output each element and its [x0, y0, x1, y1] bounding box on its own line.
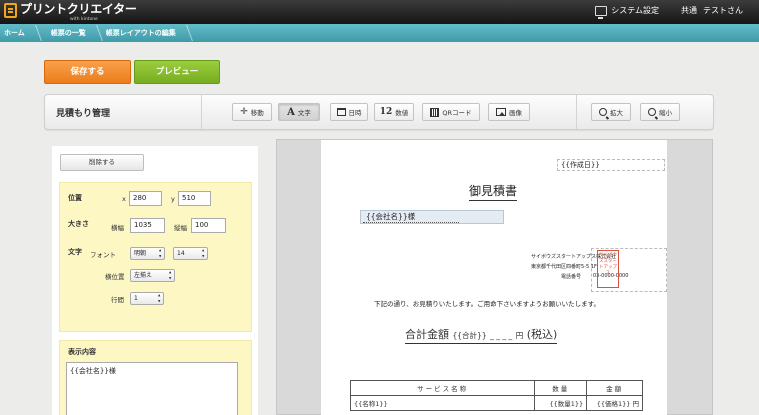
delete-button[interactable]: 削除する	[60, 154, 144, 171]
total-fill: _ _ _ _	[490, 331, 513, 340]
font-size-select[interactable]: 14	[173, 247, 208, 260]
breadcrumb: ホーム 帳票の一覧 帳票レイアウトの編集	[0, 24, 759, 42]
size-label: 大きさ	[68, 220, 89, 228]
number-tool-button[interactable]: 12 数値	[374, 103, 414, 121]
app-logo-text: プリントクリエイター	[20, 2, 137, 16]
greeting-text: 下記の通り、お見積りいたします。ご用命下さいますようお願いいたします。	[374, 300, 600, 308]
app-logo-subtext: with kintone	[70, 17, 98, 22]
line-spacing-select[interactable]: 1	[130, 292, 164, 305]
content-textarea[interactable]: {{会社名}}様	[66, 362, 238, 415]
horizontal-align-label: 横位置	[105, 273, 125, 281]
top-bar: プリントクリエイター with kintone システム設定 共通 テストさん	[0, 0, 759, 24]
qr-tool-button[interactable]: QRコード	[422, 103, 480, 121]
move-icon: ✛	[240, 107, 248, 117]
position-label: 位置	[68, 194, 82, 202]
header-service-name: サービス名称	[349, 380, 536, 396]
cell-name[interactable]: {{名称1}}	[349, 395, 536, 411]
date-tool-button[interactable]: 日時	[330, 103, 368, 121]
font-select[interactable]: 明朝	[130, 247, 165, 260]
text-tool-label: 文字	[297, 109, 311, 117]
image-icon	[496, 108, 506, 116]
breadcrumb-home[interactable]: ホーム	[0, 24, 39, 42]
y-label: y	[171, 195, 175, 203]
zoom-in-icon	[599, 108, 607, 116]
text-tool-button[interactable]: A 文字	[278, 103, 320, 121]
qr-code-icon	[430, 107, 440, 117]
company-seal: サイボウズスタートアップス	[597, 250, 619, 288]
text-icon: A	[287, 106, 295, 118]
breadcrumb-layout-edit[interactable]: 帳票レイアウトの編集	[100, 24, 190, 42]
zoom-in-label: 拡大	[610, 109, 623, 117]
width-label: 横幅	[111, 224, 124, 232]
cell-price-value: {{価格1}}	[596, 400, 631, 408]
document-page[interactable]: {{作成日}} 御見積書 {{会社名}}様 サイボウズスタートアップス株式会社 …	[321, 140, 667, 415]
header-quantity: 数量	[534, 380, 588, 396]
date-tool-label: 日時	[348, 109, 362, 117]
total-field: {{合計}}	[452, 331, 487, 340]
properties-panel: 削除する 位置 x 280 y 510 大きさ 横幅 1035 縦幅 100 文…	[52, 146, 258, 415]
save-button[interactable]: 保存する	[44, 60, 131, 84]
move-tool-label: 移動	[250, 109, 264, 117]
user-name[interactable]: テストさん	[703, 5, 743, 16]
preview-button[interactable]: プレビュー	[134, 60, 220, 84]
system-settings-link[interactable]: システム設定	[611, 5, 659, 16]
items-table: サービス名称 数量 金額 {{名称1}} {{数量1}} {{価格1}} 円	[349, 380, 643, 411]
monitor-icon	[595, 5, 608, 19]
cell-price[interactable]: {{価格1}} 円	[586, 395, 643, 411]
cell-quantity[interactable]: {{数量1}}	[534, 395, 588, 411]
table-row: {{名称1}} {{数量1}} {{価格1}} 円	[349, 395, 643, 411]
content-label: 表示内容	[68, 348, 96, 356]
zoom-out-label: 縮小	[659, 109, 672, 117]
y-input[interactable]: 510	[178, 191, 211, 206]
toolbar-divider	[576, 95, 577, 129]
zoom-out-button[interactable]: 縮小	[640, 103, 680, 121]
table-header-row: サービス名称 数量 金額	[349, 380, 643, 396]
line-spacing-label: 行間	[111, 296, 124, 304]
total-label: 合計金額	[405, 328, 449, 341]
user-area: システム設定 共通 テストさん	[595, 5, 743, 19]
zoom-out-icon	[648, 108, 656, 116]
cell-price-unit: 円	[632, 400, 640, 408]
editor-toolbar: 見積もり管理 ✛ 移動 A 文字 日時 12 数値 QRコード 画像 拡大 縮小	[44, 94, 714, 130]
x-label: x	[122, 195, 126, 203]
user-group: 共通	[681, 6, 697, 15]
calendar-icon	[336, 108, 346, 116]
horizontal-align-select[interactable]: 左揃え	[130, 269, 175, 282]
height-label: 縦幅	[174, 224, 187, 232]
issuer-phone-label: 電話番号	[561, 274, 582, 280]
app-logo[interactable]: プリントクリエイター with kintone	[4, 2, 137, 22]
form-title: 見積もり管理	[56, 109, 111, 119]
text-label: 文字	[68, 248, 82, 256]
font-label: フォント	[90, 251, 116, 259]
company-underline	[363, 222, 459, 223]
image-tool-label: 画像	[509, 109, 522, 117]
number-icon: 12	[379, 107, 393, 117]
created-date-field: {{作成日}}	[561, 161, 600, 169]
issuer-address: 東京都千代田区四番町5-5 1F	[531, 264, 597, 270]
total-unit: 円	[515, 331, 524, 340]
image-tool-button[interactable]: 画像	[488, 103, 530, 121]
tax-note: (税込)	[526, 328, 558, 341]
app-logo-icon	[4, 3, 17, 18]
zoom-in-button[interactable]: 拡大	[591, 103, 631, 121]
document-title: 御見積書	[469, 182, 518, 201]
layout-properties-box: 位置 x 280 y 510 大きさ 横幅 1035 縦幅 100 文字 フォン…	[59, 182, 252, 332]
header-amount: 金額	[586, 380, 643, 396]
width-input[interactable]: 1035	[130, 218, 165, 233]
company-seal-text: サイボウズスタートアップス	[599, 253, 617, 276]
total-amount-line: 合計金額 {{合計}} _ _ _ _ 円 (税込)	[405, 326, 558, 344]
number-tool-label: 数値	[395, 109, 409, 117]
breadcrumb-form-list[interactable]: 帳票の一覧	[39, 24, 100, 42]
toolbar-divider	[201, 95, 202, 129]
x-input[interactable]: 280	[129, 191, 162, 206]
height-input[interactable]: 100	[191, 218, 226, 233]
move-tool-button[interactable]: ✛ 移動	[232, 103, 272, 121]
qr-tool-label: QRコード	[442, 109, 472, 117]
